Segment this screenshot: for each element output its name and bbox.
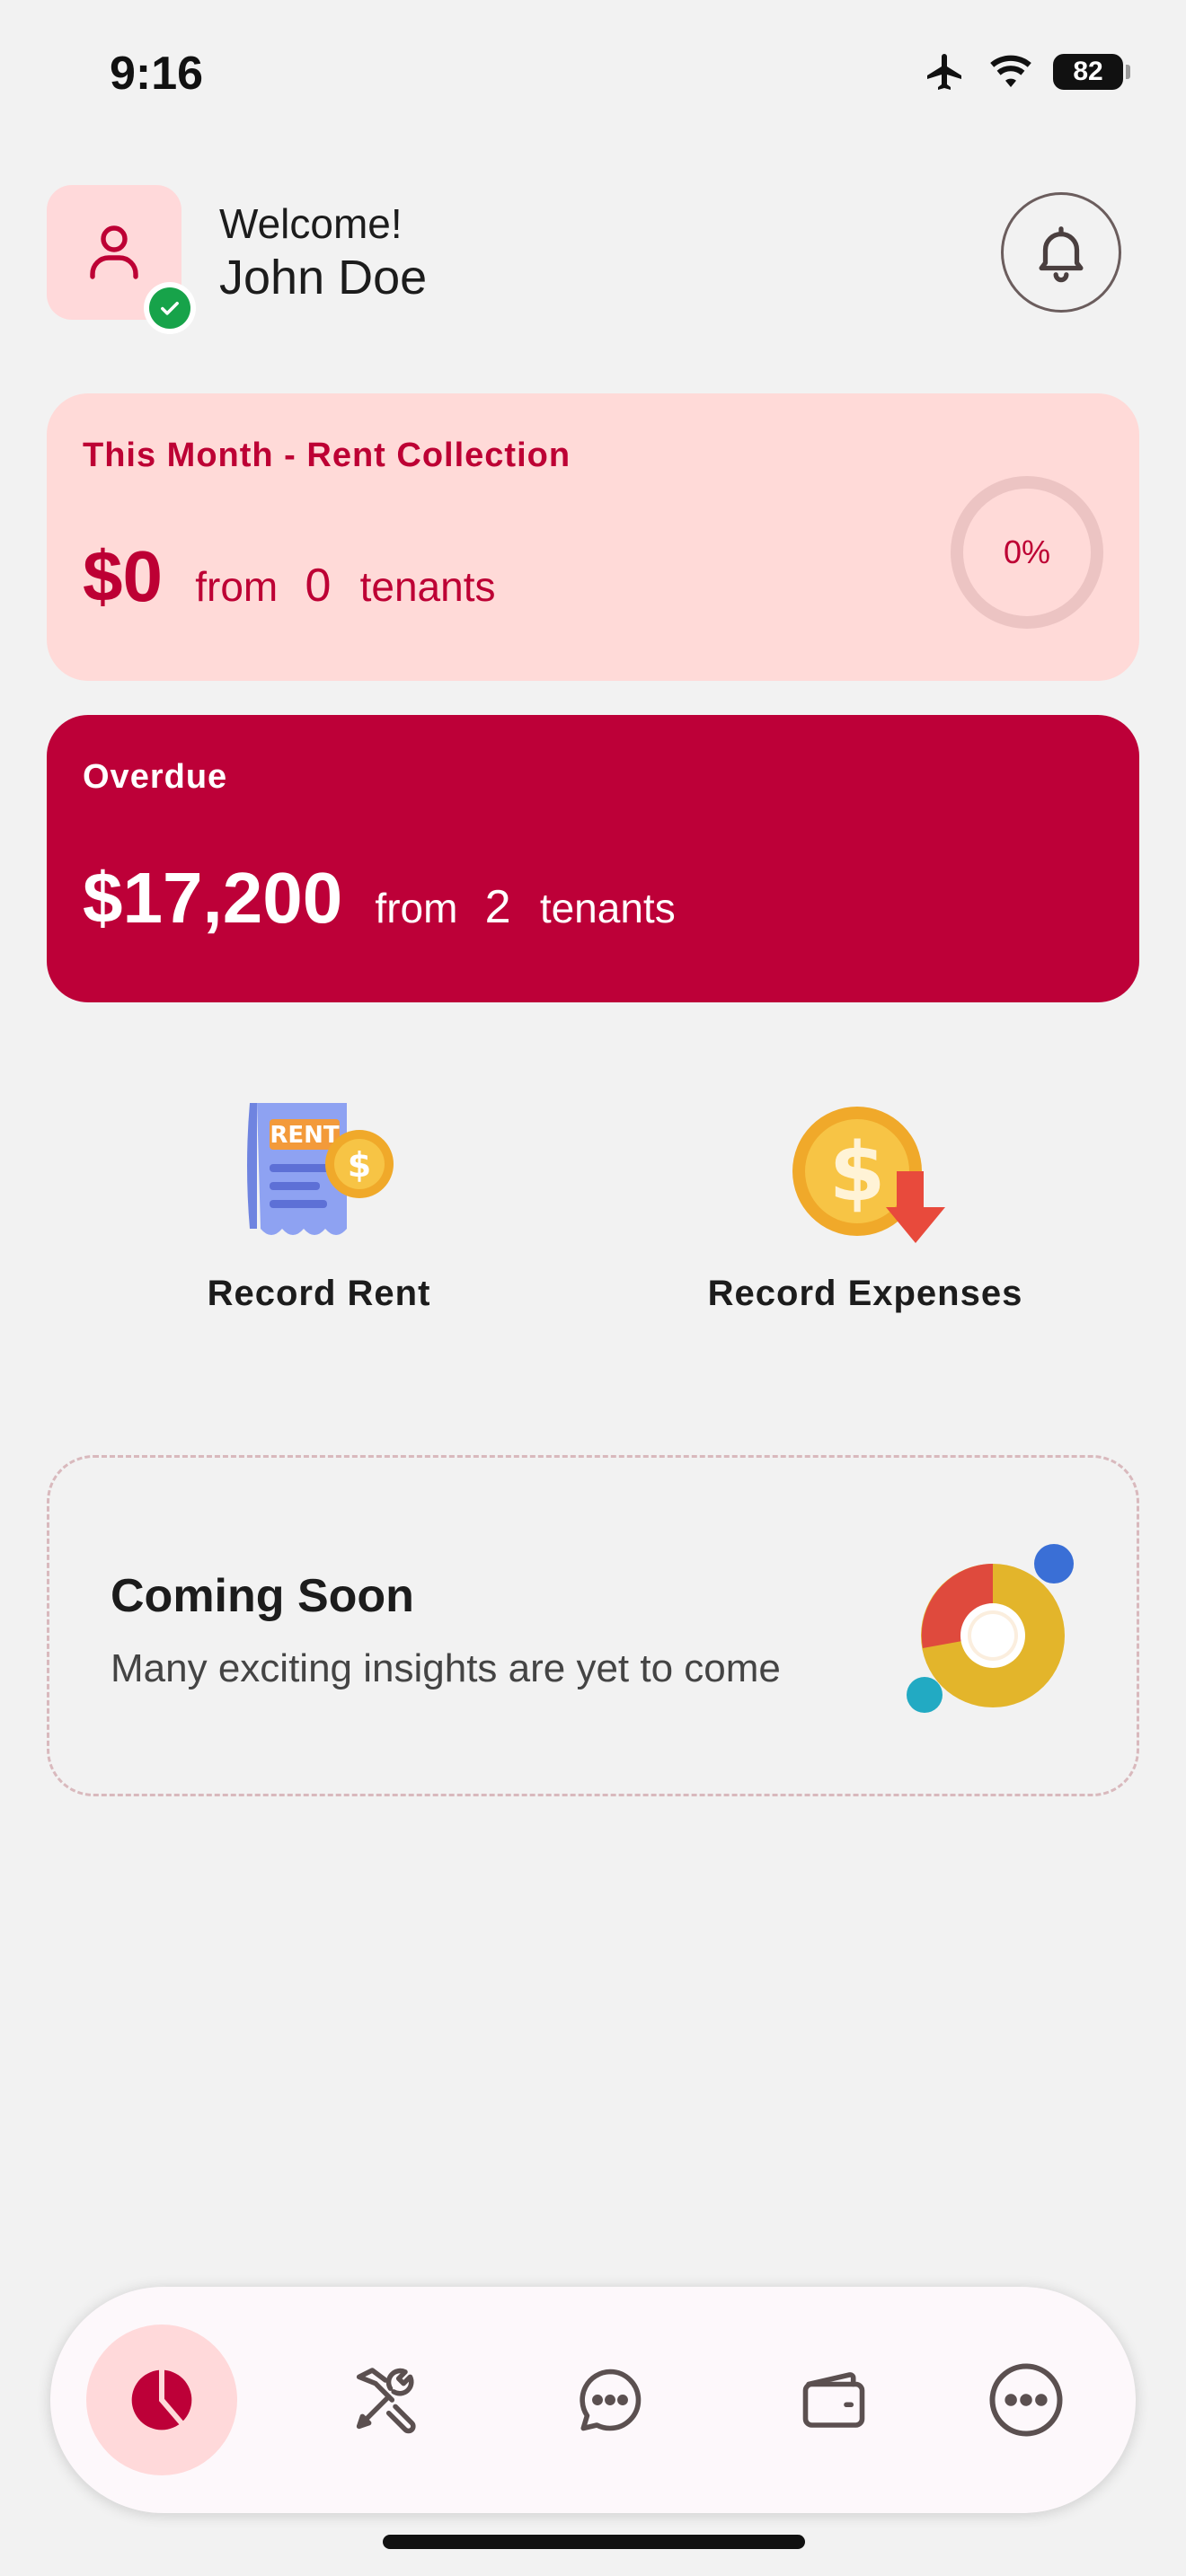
tools-icon — [356, 2368, 416, 2434]
avatar[interactable] — [47, 185, 196, 334]
svg-text:$: $ — [829, 1125, 886, 1220]
coming-soon-subtitle: Many exciting insights are yet to come — [111, 1646, 781, 1690]
nav-maintenance[interactable] — [310, 2325, 461, 2475]
status-icons: 82 — [922, 50, 1130, 93]
overdue-from-label: from — [375, 885, 458, 931]
status-time: 9:16 — [110, 48, 204, 100]
coming-soon-title: Coming Soon — [111, 1570, 414, 1622]
record-rent-button[interactable]: RENT $ Record Rent — [130, 1096, 508, 1329]
expense-coin-icon: $ — [792, 1107, 945, 1243]
overdue-card[interactable]: Overdue $17,200 from 2 tenants — [47, 715, 1139, 1002]
nav-dashboard[interactable] — [86, 2325, 237, 2475]
user-name: John Doe — [219, 251, 428, 304]
coming-soon-card: Coming Soon Many exciting insights are y… — [47, 1455, 1139, 1796]
overdue-tenant-count: 2 — [484, 881, 511, 933]
rent-tenant-count: 0 — [305, 560, 332, 612]
wifi-icon — [990, 55, 1031, 87]
donut-chart-illustration — [907, 1544, 1074, 1713]
rent-amount: $0 — [83, 536, 163, 616]
rent-receipt-icon: RENT $ — [247, 1103, 394, 1235]
overdue-tenants-label: tenants — [539, 885, 676, 931]
svg-text:$: $ — [348, 1145, 371, 1185]
overdue-amount: $17,200 — [83, 858, 343, 938]
pie-chart-icon — [131, 2367, 192, 2430]
more-icon — [989, 2363, 1063, 2437]
record-rent-label: Record Rent — [207, 1274, 431, 1313]
record-expenses-button[interactable]: $ Record Expenses — [677, 1096, 1054, 1329]
nav-messages[interactable] — [535, 2325, 686, 2475]
rent-card-amount-line: $0 from 0 tenants — [83, 535, 496, 618]
rent-collection-card[interactable]: This Month - Rent Collection $0 from 0 t… — [47, 393, 1139, 681]
check-icon — [161, 302, 179, 315]
user-icon — [90, 225, 138, 279]
rent-progress-label: 0% — [1003, 534, 1051, 570]
airplane-icon — [927, 54, 961, 90]
wallet-icon — [802, 2372, 865, 2428]
nav-more[interactable] — [951, 2325, 1102, 2475]
rent-badge-text: RENT — [270, 1122, 340, 1149]
rent-card-title: This Month - Rent Collection — [83, 437, 571, 474]
chat-icon — [580, 2369, 642, 2431]
rent-from-label: from — [195, 563, 279, 610]
battery-indicator: 82 — [1053, 54, 1130, 90]
bottom-navigation — [50, 2287, 1136, 2513]
rent-progress-ring: 0% — [951, 476, 1103, 629]
rent-tenants-label: tenants — [359, 563, 496, 610]
notifications-button[interactable] — [1001, 192, 1121, 313]
record-expenses-label: Record Expenses — [707, 1274, 1023, 1313]
welcome-text: Welcome! — [219, 200, 403, 247]
verified-badge — [144, 282, 196, 334]
nav-wallet[interactable] — [758, 2325, 909, 2475]
bell-icon — [1039, 226, 1084, 283]
screen: 9:16 82 Welcome! John Doe This Month - R… — [0, 0, 1186, 2576]
overdue-amount-line: $17,200 from 2 tenants — [83, 857, 676, 940]
overdue-card-title: Overdue — [83, 758, 228, 796]
home-indicator[interactable] — [383, 2535, 805, 2549]
